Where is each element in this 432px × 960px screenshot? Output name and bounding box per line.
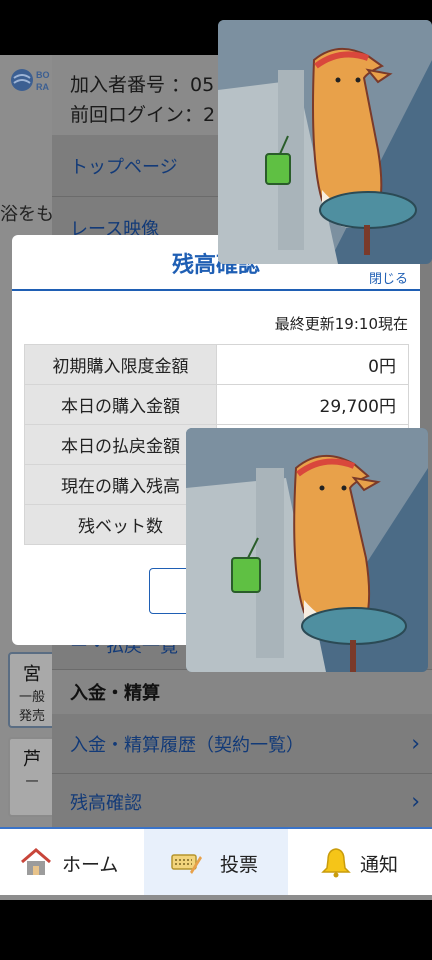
menu-section-label: 入金・精算 [70,683,160,704]
bell-icon [321,848,351,878]
menu-section-deposit: 入金・精算 [52,670,432,714]
row-value: 29,700円 [216,384,409,425]
tab-vote[interactable]: 投票 [144,829,288,895]
app-screen: BO RA 浴をも 宮 一般 発売 芦 一 加入者番号 ：05 前回ログイン：2… [0,0,432,960]
ticket-icon [171,854,202,874]
member-number: 加入者番号 ：05 [70,74,215,96]
bottom-nav: ホーム 投票 通知 [0,827,432,895]
svg-text:BO: BO [36,70,50,80]
home-icon [21,848,51,875]
chevron-right-icon: › [411,731,420,756]
tab-label: ホーム [62,854,119,876]
table-row: 初期購入限度金額 0円 [24,344,409,385]
boatrace-logo: BO RA [11,69,50,92]
race-card-line: 発売 [18,709,45,724]
menu-item-label: 入金・精算履歴（契約一覧） [70,734,304,756]
chevron-right-icon: › [411,789,420,815]
dialog-divider [12,289,420,291]
race-card-title: 芦 [23,749,41,770]
race-card[interactable]: 芦 一 [8,737,56,817]
menu-item-label: トップページ [70,156,178,178]
menu-item-label: 残高確認 [70,793,142,814]
background-text: 浴をも [0,204,54,225]
sticker-orange-creature [186,428,428,672]
sticker-illustration [186,428,428,672]
last-login: 前回ログイン：2 [70,104,216,126]
row-label: 初期購入限度金額 [24,344,217,385]
tab-label: 投票 [220,854,259,876]
sticker-illustration [218,20,432,264]
tab-notifications[interactable]: 通知 [288,829,432,895]
last-updated: 最終更新19:10現在 [274,315,408,333]
menu-item-deposit-history[interactable]: 入金・精算履歴（契約一覧） › [52,714,432,774]
sticker-orange-creature [218,20,432,264]
row-label: 本日の購入金額 [24,384,217,425]
tab-label: 通知 [360,854,399,876]
race-card-line: 一 [25,775,39,790]
close-button[interactable]: 閉じる [369,268,408,287]
race-card[interactable]: 宮 一般 発売 [8,652,56,728]
row-value: 0円 [216,344,409,385]
menu-item-balance[interactable]: 残高確認 › [52,774,432,830]
tab-home[interactable]: ホーム [0,829,144,895]
race-card-line: 一般 [18,690,45,705]
table-row: 本日の購入金額 29,700円 [24,384,409,425]
race-card-title: 宮 [23,664,41,685]
svg-text:RA: RA [36,82,49,92]
